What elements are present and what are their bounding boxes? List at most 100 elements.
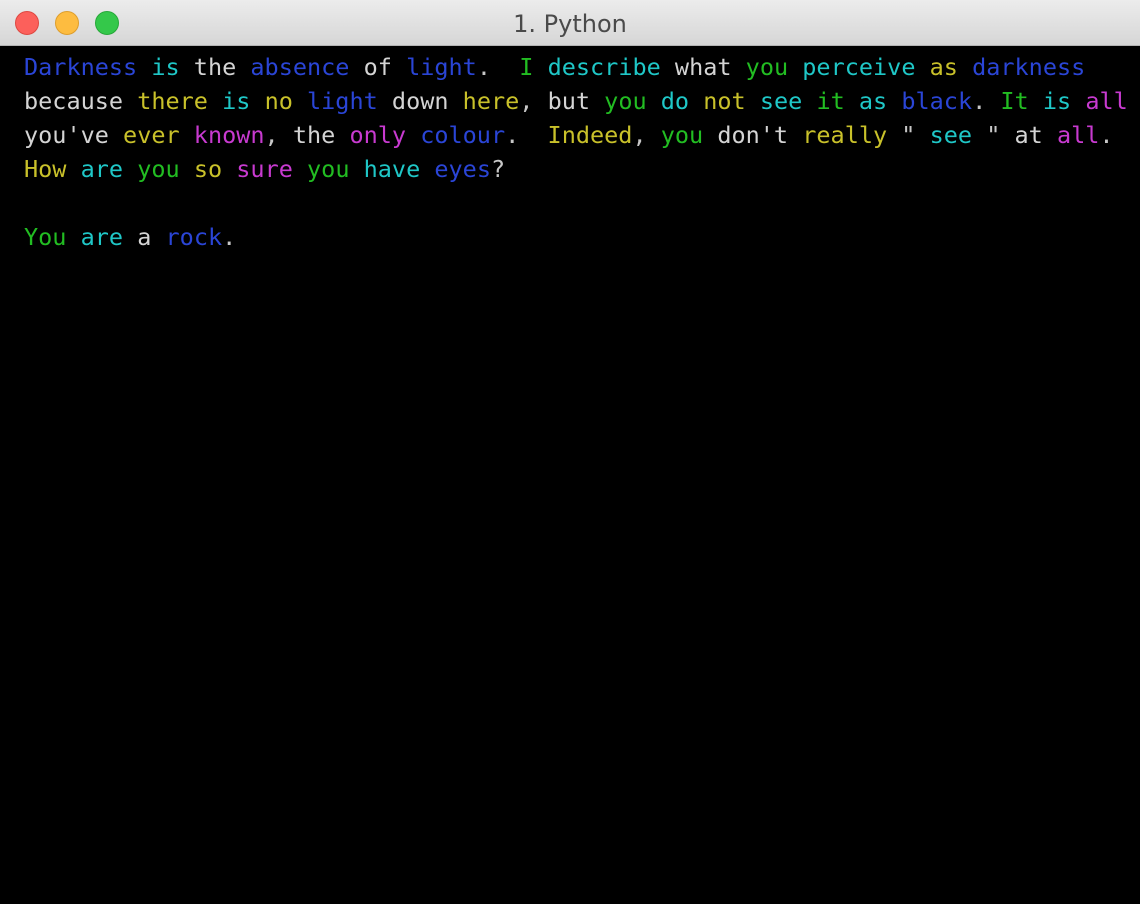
colored-word: you [137,155,180,183]
colored-word: of [363,53,392,81]
plain-text [958,53,972,81]
plain-text [732,53,746,81]
colored-word: you [660,121,704,149]
plain-text [236,53,250,81]
plain-text [180,155,194,183]
colored-word: what [674,53,732,81]
colored-word: I [519,53,534,81]
plain-text [788,121,802,149]
colored-word: It [1000,87,1029,115]
plain-text [746,87,760,115]
colored-word: you [604,87,647,115]
colored-word: you [745,53,789,81]
plain-text [661,53,675,81]
colored-word: Indeed [547,121,633,149]
plain-text [66,223,80,251]
colored-word: because [24,87,124,115]
colored-word: Darkness [24,53,138,81]
plain-text [449,87,463,115]
colored-word: known [193,121,265,149]
plain-text [406,121,420,149]
plain-text [1029,87,1043,115]
plain-text [647,87,661,115]
colored-word: the [193,53,237,81]
plain-text: " [887,121,930,149]
plain-text [180,53,194,81]
plain-text: ? [490,155,506,183]
plain-text [123,155,137,183]
terminal-line: you've ever known, the only colour. Inde… [24,118,1140,152]
colored-word: light [307,87,378,115]
colored-word: at [1014,121,1043,149]
plain-text [349,53,363,81]
plain-text [887,87,901,115]
plain-text [703,121,717,149]
plain-text [378,87,392,115]
terminal-line: because there is no light down here, but… [24,84,1140,118]
plain-text: . [476,53,520,81]
colored-word: do [660,87,690,115]
plain-text [1071,87,1085,115]
plain-text [392,53,406,81]
plain-text [250,87,264,115]
plain-text [1043,121,1057,149]
plain-text [590,87,604,115]
terminal-line: You are a rock. [24,220,1140,254]
colored-word: not [703,87,746,115]
colored-word: black [901,87,973,115]
plain-text [208,87,222,115]
colored-word: down [391,87,449,115]
plain-text: . [222,223,237,251]
plain-text [293,87,307,115]
colored-word: don't [717,121,789,149]
colored-word: so [193,155,223,183]
title-bar[interactable]: 1. Python [0,0,1140,46]
plain-text [109,121,123,149]
plain-text: " [972,121,1015,149]
plain-text [915,53,929,81]
colored-word: How [24,155,67,183]
plain-text [533,53,547,81]
colored-word: there [137,87,208,115]
terminal-output[interactable]: Darkness is the absence of light. I desc… [24,50,1140,904]
window-title: 1. Python [513,10,627,38]
colored-word: all [1085,87,1128,115]
colored-word: only [349,121,407,149]
colored-word: it [816,87,845,115]
plain-text [802,87,816,115]
colored-word: have [363,155,421,183]
plain-text [349,155,363,183]
plain-text [180,121,194,149]
plain-text [222,155,236,183]
plain-text [151,223,165,251]
colored-word: see [929,121,973,149]
plain-text: , [519,87,548,115]
colored-word: you [307,155,350,183]
plain-text: , [632,121,661,149]
plain-text [123,87,137,115]
colored-word: is [222,87,251,115]
terminal-window: 1. Python Darkness is the absence of lig… [0,0,1140,904]
colored-word: as [858,87,888,115]
plain-text: , [264,121,293,149]
plain-text [66,155,80,183]
colored-word: a [137,223,152,251]
colored-word: but [547,87,591,115]
colored-word: ever [123,121,180,149]
colored-word: all [1056,121,1100,149]
colored-word: darkness [972,53,1086,81]
colored-word: absence [250,53,350,81]
plain-text [788,53,802,81]
colored-word: see [759,87,803,115]
colored-word: are [80,155,124,183]
colored-word: is [1042,87,1072,115]
colored-word: light [406,53,477,81]
colored-word: perceive [802,53,916,81]
plain-text [335,121,349,149]
colored-word: sure [236,155,293,183]
plain-text [845,87,859,115]
colored-word: rock [165,223,223,251]
plain-text [293,155,307,183]
colored-word: no [264,87,293,115]
